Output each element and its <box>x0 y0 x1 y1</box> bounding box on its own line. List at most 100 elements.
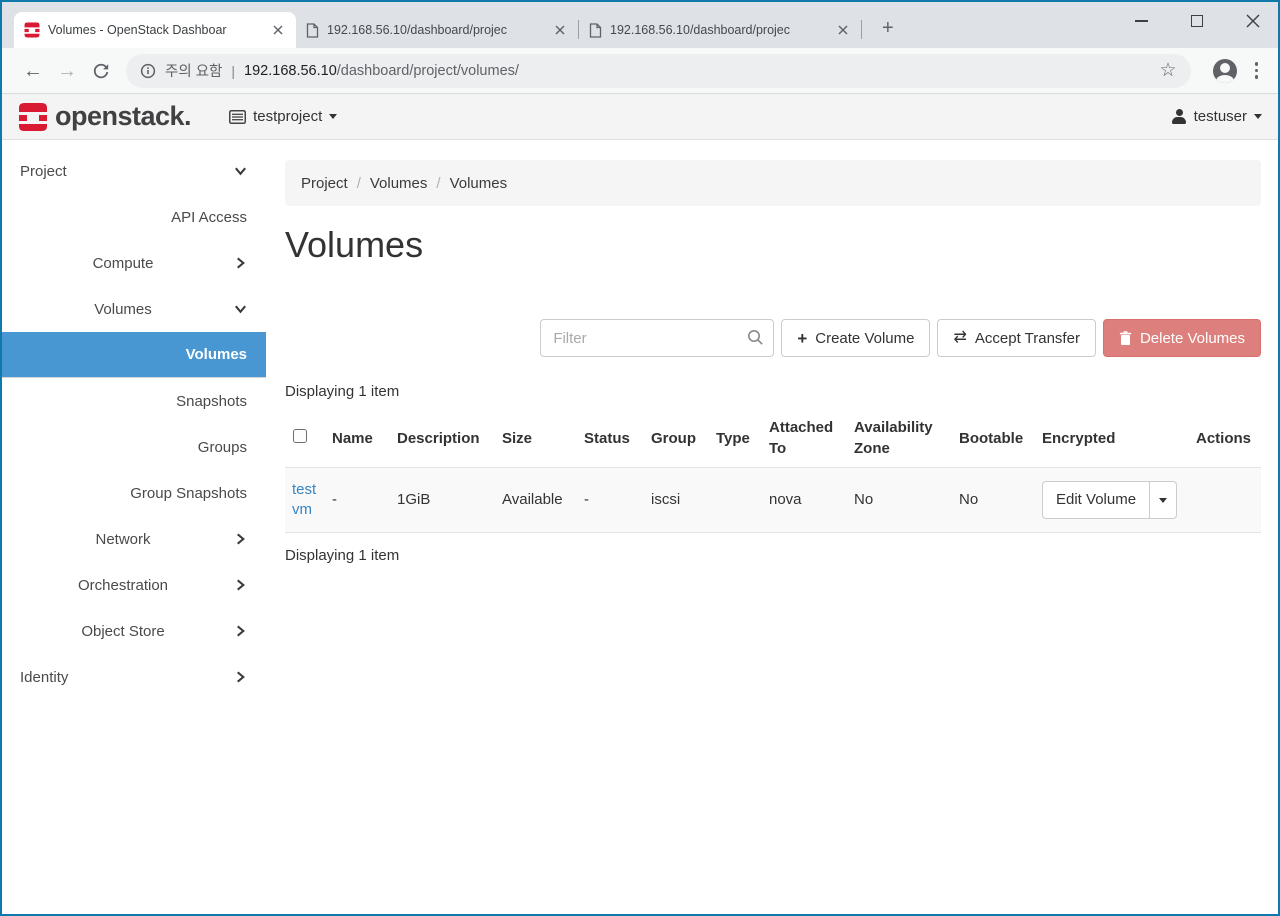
col-header-encrypted: Encrypted <box>1042 410 1192 468</box>
delete-volumes-button[interactable]: Delete Volumes <box>1102 319 1261 358</box>
accept-transfer-button[interactable]: ⇄ Accept Transfer <box>937 319 1096 358</box>
tab-title: 192.168.56.10/dashboard/projec <box>610 23 791 37</box>
window-controls <box>1128 10 1266 32</box>
sidebar-item-network[interactable]: Network <box>2 516 266 562</box>
sidebar-nav: Project API Access Compute Volumes Volum… <box>2 140 266 914</box>
cell-status: Available <box>502 467 584 534</box>
user-name: testuser <box>1193 108 1247 125</box>
breadcrumb-volumes[interactable]: Volumes <box>370 175 428 192</box>
sidebar-item-orchestration[interactable]: Orchestration <box>2 562 266 608</box>
sidebar-item-group-snapshots[interactable]: Group Snapshots <box>2 470 266 516</box>
volume-name-link[interactable]: test vm <box>292 480 328 521</box>
browser-toolbar: ← → 주의 요함 | 192.168.56.10/dashboard/proj… <box>2 48 1278 94</box>
col-header-group: Group <box>651 410 716 468</box>
select-all-checkbox[interactable] <box>293 428 307 443</box>
minimize-button[interactable] <box>1128 20 1154 22</box>
sidebar-item-project[interactable]: Project <box>2 148 266 194</box>
openstack-favicon-icon <box>24 22 40 38</box>
browser-menu-icon[interactable] <box>1249 58 1265 83</box>
tab-close-icon[interactable] <box>270 22 286 38</box>
project-picker[interactable]: testproject <box>229 108 338 125</box>
tab-dashboard-2[interactable]: 192.168.56.10/dashboard/projec <box>296 12 578 48</box>
url-separator: | <box>231 62 236 79</box>
table-header-row: Name Description Size Status Group Type … <box>285 410 1261 468</box>
tab-close-icon[interactable] <box>552 22 568 38</box>
cell-trailing-empty <box>1192 467 1261 534</box>
create-volume-button[interactable]: + Create Volume <box>781 319 931 358</box>
sidebar-item-identity[interactable]: Identity <box>2 654 266 700</box>
chevron-right-icon <box>233 670 248 685</box>
tab-close-icon[interactable] <box>835 22 851 38</box>
maximize-button[interactable] <box>1184 15 1210 27</box>
row-actions-dropdown[interactable] <box>1149 481 1178 520</box>
item-count-top: Displaying 1 item <box>285 383 400 401</box>
col-header-attached-to: Attached To <box>769 410 854 468</box>
transfer-arrows-icon: ⇄ <box>953 329 967 347</box>
back-icon[interactable]: ← <box>16 61 50 81</box>
security-label: 주의 요함 <box>165 64 223 80</box>
edit-volume-button[interactable]: Edit Volume <box>1042 481 1151 520</box>
url-host: 192.168.56.10 <box>244 62 337 79</box>
tab-dashboard-3[interactable]: 192.168.56.10/dashboard/projec <box>579 12 861 48</box>
tab-volumes[interactable]: Volumes - OpenStack Dashboar <box>14 12 296 48</box>
volumes-table: Name Description Size Status Group Type … <box>285 410 1261 534</box>
new-tab-button[interactable]: + <box>876 17 900 40</box>
forward-icon[interactable]: → <box>50 61 84 81</box>
url-path: /dashboard/project/volumes/ <box>336 62 519 79</box>
filter-input[interactable] <box>540 319 775 358</box>
info-icon[interactable] <box>140 63 156 79</box>
page-favicon-icon <box>306 22 319 38</box>
reload-icon[interactable] <box>84 62 118 80</box>
col-header-availability-zone: Availability Zone <box>854 410 959 468</box>
chevron-down-icon <box>1254 114 1262 119</box>
openstack-header: openstack. testproject testuser <box>2 94 1278 140</box>
sidebar-item-volumes[interactable]: Volumes <box>2 332 266 378</box>
col-header-bootable: Bootable <box>959 410 1042 468</box>
cell-size: 1GiB <box>397 467 502 534</box>
cell-actions: Edit Volume <box>1042 467 1192 534</box>
chevron-right-icon <box>233 532 248 547</box>
breadcrumb-project[interactable]: Project <box>301 175 348 192</box>
user-menu[interactable]: testuser <box>1172 108 1262 125</box>
tab-title: Volumes - OpenStack Dashboar <box>48 23 227 37</box>
plus-icon: + <box>797 328 808 348</box>
table-row: test vm - 1GiB Available - iscsi nova No… <box>285 467 1261 534</box>
tab-strip: Volumes - OpenStack Dashboar 192.168.56.… <box>2 2 1278 48</box>
cell-empty <box>716 467 769 534</box>
col-header-type: Type <box>716 410 769 468</box>
close-button[interactable] <box>1240 14 1266 28</box>
chevron-right-icon <box>233 578 248 593</box>
url-text: 192.168.56.10/dashboard/project/volumes/ <box>244 62 519 80</box>
breadcrumb-volumes-current: Volumes <box>449 174 508 192</box>
page-title: Volumes <box>285 224 424 265</box>
openstack-brand[interactable]: openstack. <box>18 102 192 132</box>
sidebar-item-compute[interactable]: Compute <box>2 240 266 286</box>
sidebar-item-groups[interactable]: Groups <box>2 424 266 470</box>
tab-separator <box>861 19 862 39</box>
sidebar-item-api-access[interactable]: API Access <box>2 194 266 240</box>
col-header-size: Size <box>502 410 584 468</box>
project-name: testproject <box>253 108 323 125</box>
breadcrumb: Project / Volumes / Volumes <box>285 160 1261 206</box>
sidebar-item-snapshots[interactable]: Snapshots <box>2 378 266 424</box>
chevron-down-icon <box>329 114 338 119</box>
search-icon[interactable] <box>747 329 764 351</box>
address-bar[interactable]: 주의 요함 | 192.168.56.10/dashboard/project/… <box>126 53 1191 88</box>
cell-availability-zone: nova <box>769 467 854 534</box>
chevron-down-icon <box>1159 497 1168 503</box>
profile-avatar-icon[interactable] <box>1212 58 1237 83</box>
tab-title: 192.168.56.10/dashboard/projec <box>327 23 508 37</box>
cell-type: iscsi <box>651 467 716 534</box>
cell-encrypted: No <box>959 467 1042 534</box>
sidebar-item-volumes-group[interactable]: Volumes <box>2 286 266 332</box>
sidebar-item-object-store[interactable]: Object Store <box>2 608 266 654</box>
trash-icon <box>1119 331 1132 346</box>
filter-wrap <box>540 319 775 358</box>
edit-volume-split-button: Edit Volume <box>1042 481 1178 520</box>
chevron-down-icon <box>233 302 248 317</box>
chevron-down-icon <box>233 164 248 179</box>
main-content: Project / Volumes / Volumes Volumes + Cr… <box>266 140 1278 914</box>
bookmark-star-icon[interactable]: ☆ <box>1159 61 1176 80</box>
browser-window: Volumes - OpenStack Dashboar 192.168.56.… <box>0 0 1280 916</box>
cell-description: - <box>332 467 397 534</box>
